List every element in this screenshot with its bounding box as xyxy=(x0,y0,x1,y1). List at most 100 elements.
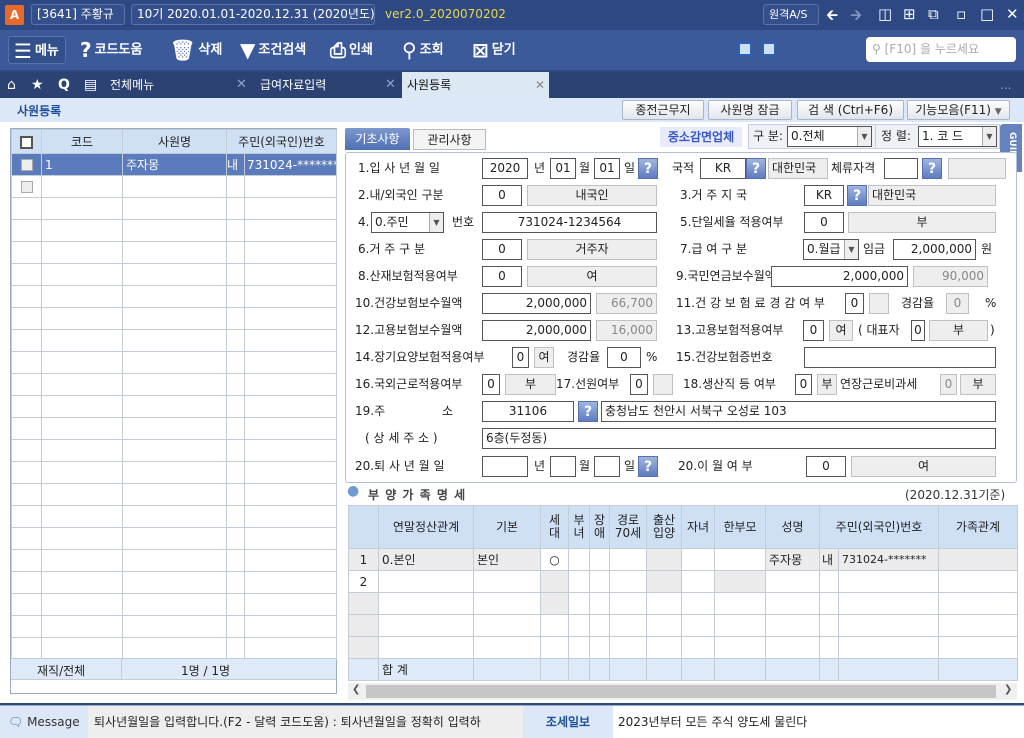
home-icon[interactable]: ⌂ xyxy=(7,72,16,98)
calendar-help-icon[interactable]: ? xyxy=(638,456,658,477)
table-row[interactable] xyxy=(11,549,337,572)
id-number-input[interactable]: 731024-1234564 xyxy=(482,212,657,233)
division-select[interactable]: 0.전체 ▼ xyxy=(787,126,872,147)
book-icon[interactable]: ◫ xyxy=(878,5,892,23)
table-row[interactable] xyxy=(11,395,337,418)
production-worker-input[interactable]: 0 xyxy=(795,374,812,395)
filter-button[interactable]: ▼ 조건검색 xyxy=(240,36,306,64)
cell-relation[interactable]: 0.본인 xyxy=(378,548,474,571)
close-tab-icon[interactable]: ✕ xyxy=(535,72,545,98)
address-input[interactable]: 충청남도 천안시 서북구 오성로 103 xyxy=(601,401,996,422)
health-reduction-input[interactable]: 0 xyxy=(845,293,864,314)
close-window-icon[interactable]: ✕ xyxy=(1006,5,1019,23)
resign-year-input[interactable] xyxy=(482,456,528,477)
seafarer-input[interactable]: 0 xyxy=(630,374,648,395)
table-row[interactable] xyxy=(11,241,337,264)
table-row[interactable] xyxy=(11,197,337,220)
row-checkbox[interactable] xyxy=(11,175,42,198)
tab-employee-registration[interactable]: 사원등록 ✕ xyxy=(402,72,549,98)
menu-search-input[interactable]: ⚲ [F10] 을 누르세요 xyxy=(866,37,1016,62)
table-row[interactable]: 1 0.본인 본인 ○ 주자몽 내 731024-******* xyxy=(348,548,1018,571)
remote-support-button[interactable]: 원격A/S xyxy=(763,4,819,25)
table-row[interactable] xyxy=(11,219,337,242)
scrollbar-thumb[interactable] xyxy=(366,685,996,698)
table-row[interactable] xyxy=(11,483,337,506)
table-row[interactable]: 1 주자몽 내 731024-******* xyxy=(11,153,337,176)
health-card-input[interactable] xyxy=(804,347,996,368)
carryover-input[interactable]: 0 xyxy=(806,456,846,477)
cell-household[interactable]: ○ xyxy=(540,548,569,571)
nationality-type-input[interactable]: 0 xyxy=(482,185,522,206)
pay-type-select[interactable]: 0.월급 ▼ xyxy=(803,239,859,260)
employment-insurance-input[interactable]: 0 xyxy=(803,320,824,341)
col-code[interactable]: 코드 xyxy=(41,129,123,154)
tab-management-info[interactable]: 관리사항 xyxy=(413,129,486,150)
table-row[interactable] xyxy=(11,637,337,660)
grid-icon[interactable]: ⊞ xyxy=(903,5,916,23)
detail-address-input[interactable]: 6층(두정동) xyxy=(482,428,996,449)
news-ticker-link[interactable]: 2023년부터 모든 주식 양도세 물린다 xyxy=(618,706,1018,738)
overseas-work-input[interactable]: 0 xyxy=(482,374,500,395)
table-row[interactable]: 2 xyxy=(348,570,1018,593)
col-name[interactable]: 사원명 xyxy=(122,129,227,154)
table-row[interactable] xyxy=(11,593,337,616)
residence-status-help-icon[interactable]: ? xyxy=(922,158,942,179)
forward-arrow-icon[interactable]: 🡲 xyxy=(850,5,862,30)
table-row[interactable] xyxy=(11,263,337,286)
hire-day-input[interactable]: 01 xyxy=(594,158,620,179)
pension-wage-input[interactable]: 2,000,000 xyxy=(771,266,908,287)
table-row[interactable] xyxy=(11,285,337,308)
table-row[interactable] xyxy=(11,373,337,396)
residence-country-help-icon[interactable]: ? xyxy=(847,185,867,206)
zip-code-input[interactable]: 31106 xyxy=(482,401,574,422)
nationality-help-icon[interactable]: ? xyxy=(746,158,766,179)
industrial-insurance-input[interactable]: 0 xyxy=(482,266,522,287)
table-row[interactable] xyxy=(11,329,337,352)
calendar-help-icon[interactable]: ? xyxy=(638,158,658,179)
table-row[interactable] xyxy=(11,615,337,638)
nationality-code-input[interactable]: KR xyxy=(700,158,746,179)
code-help-button[interactable]: ? 코드도움 xyxy=(80,36,142,64)
layout-icon-2[interactable] xyxy=(762,42,776,56)
table-row[interactable] xyxy=(11,417,337,440)
more-tabs-button[interactable]: ... xyxy=(1000,72,1011,98)
select-all-checkbox[interactable] xyxy=(11,129,42,154)
delete-button[interactable]: 🗑 삭제 xyxy=(170,36,222,64)
back-arrow-icon[interactable]: 🡰 xyxy=(826,5,838,30)
employment-wage-input[interactable]: 2,000,000 xyxy=(482,320,591,341)
table-row[interactable] xyxy=(11,571,337,594)
table-row[interactable] xyxy=(11,505,337,528)
resign-month-input[interactable] xyxy=(550,456,576,477)
horizontal-scrollbar[interactable]: ❮ ❯ xyxy=(348,683,1017,700)
address-help-icon[interactable]: ? xyxy=(578,401,598,422)
menu-button[interactable]: ☰ 메뉴 xyxy=(8,36,66,64)
quick-search-icon[interactable]: Q xyxy=(58,72,70,98)
period-selector[interactable]: 10기 2020.01.01-2020.12.31 (2020년도) xyxy=(131,4,375,25)
hire-month-input[interactable]: 01 xyxy=(550,158,576,179)
close-tab-icon[interactable]: ✕ xyxy=(385,72,396,98)
tab-payroll[interactable]: 급여자료입력 xyxy=(260,72,326,98)
table-row[interactable] xyxy=(11,439,337,462)
company-selector[interactable]: [3641] 주황규 xyxy=(31,4,125,25)
calendar-icon[interactable]: ▤ xyxy=(84,72,97,98)
table-row[interactable] xyxy=(11,461,337,484)
scroll-right-icon[interactable]: ❯ xyxy=(1004,684,1012,695)
star-icon[interactable]: ★ xyxy=(31,72,44,98)
cell-basic[interactable]: 본인 xyxy=(473,548,541,571)
residence-status-input[interactable] xyxy=(884,158,918,179)
minimize-icon[interactable]: ▫ xyxy=(956,5,966,23)
flat-tax-input[interactable]: 0 xyxy=(804,212,844,233)
print-button[interactable]: ⎙ 인쇄 xyxy=(330,36,373,64)
table-row[interactable] xyxy=(11,527,337,550)
search-ctrl-f6-button[interactable]: 검 색 (Ctrl+F6) xyxy=(797,100,904,120)
close-tab-icon[interactable]: ✕ xyxy=(236,72,247,98)
scroll-left-icon[interactable]: ❮ xyxy=(352,684,360,695)
cell-name[interactable]: 주자몽 xyxy=(765,548,820,571)
col-id[interactable]: 주민(외국인)번호 xyxy=(226,129,337,154)
close-button[interactable]: ⊠ 닫기 xyxy=(472,36,516,64)
wage-input[interactable]: 2,000,000 xyxy=(893,239,976,260)
tab-basic-info[interactable]: 기초사항 xyxy=(345,128,410,150)
window-cascade-icon[interactable]: ⧉ xyxy=(928,5,939,23)
residence-country-input[interactable]: KR xyxy=(804,185,844,206)
layout-icon-1[interactable] xyxy=(738,42,752,56)
